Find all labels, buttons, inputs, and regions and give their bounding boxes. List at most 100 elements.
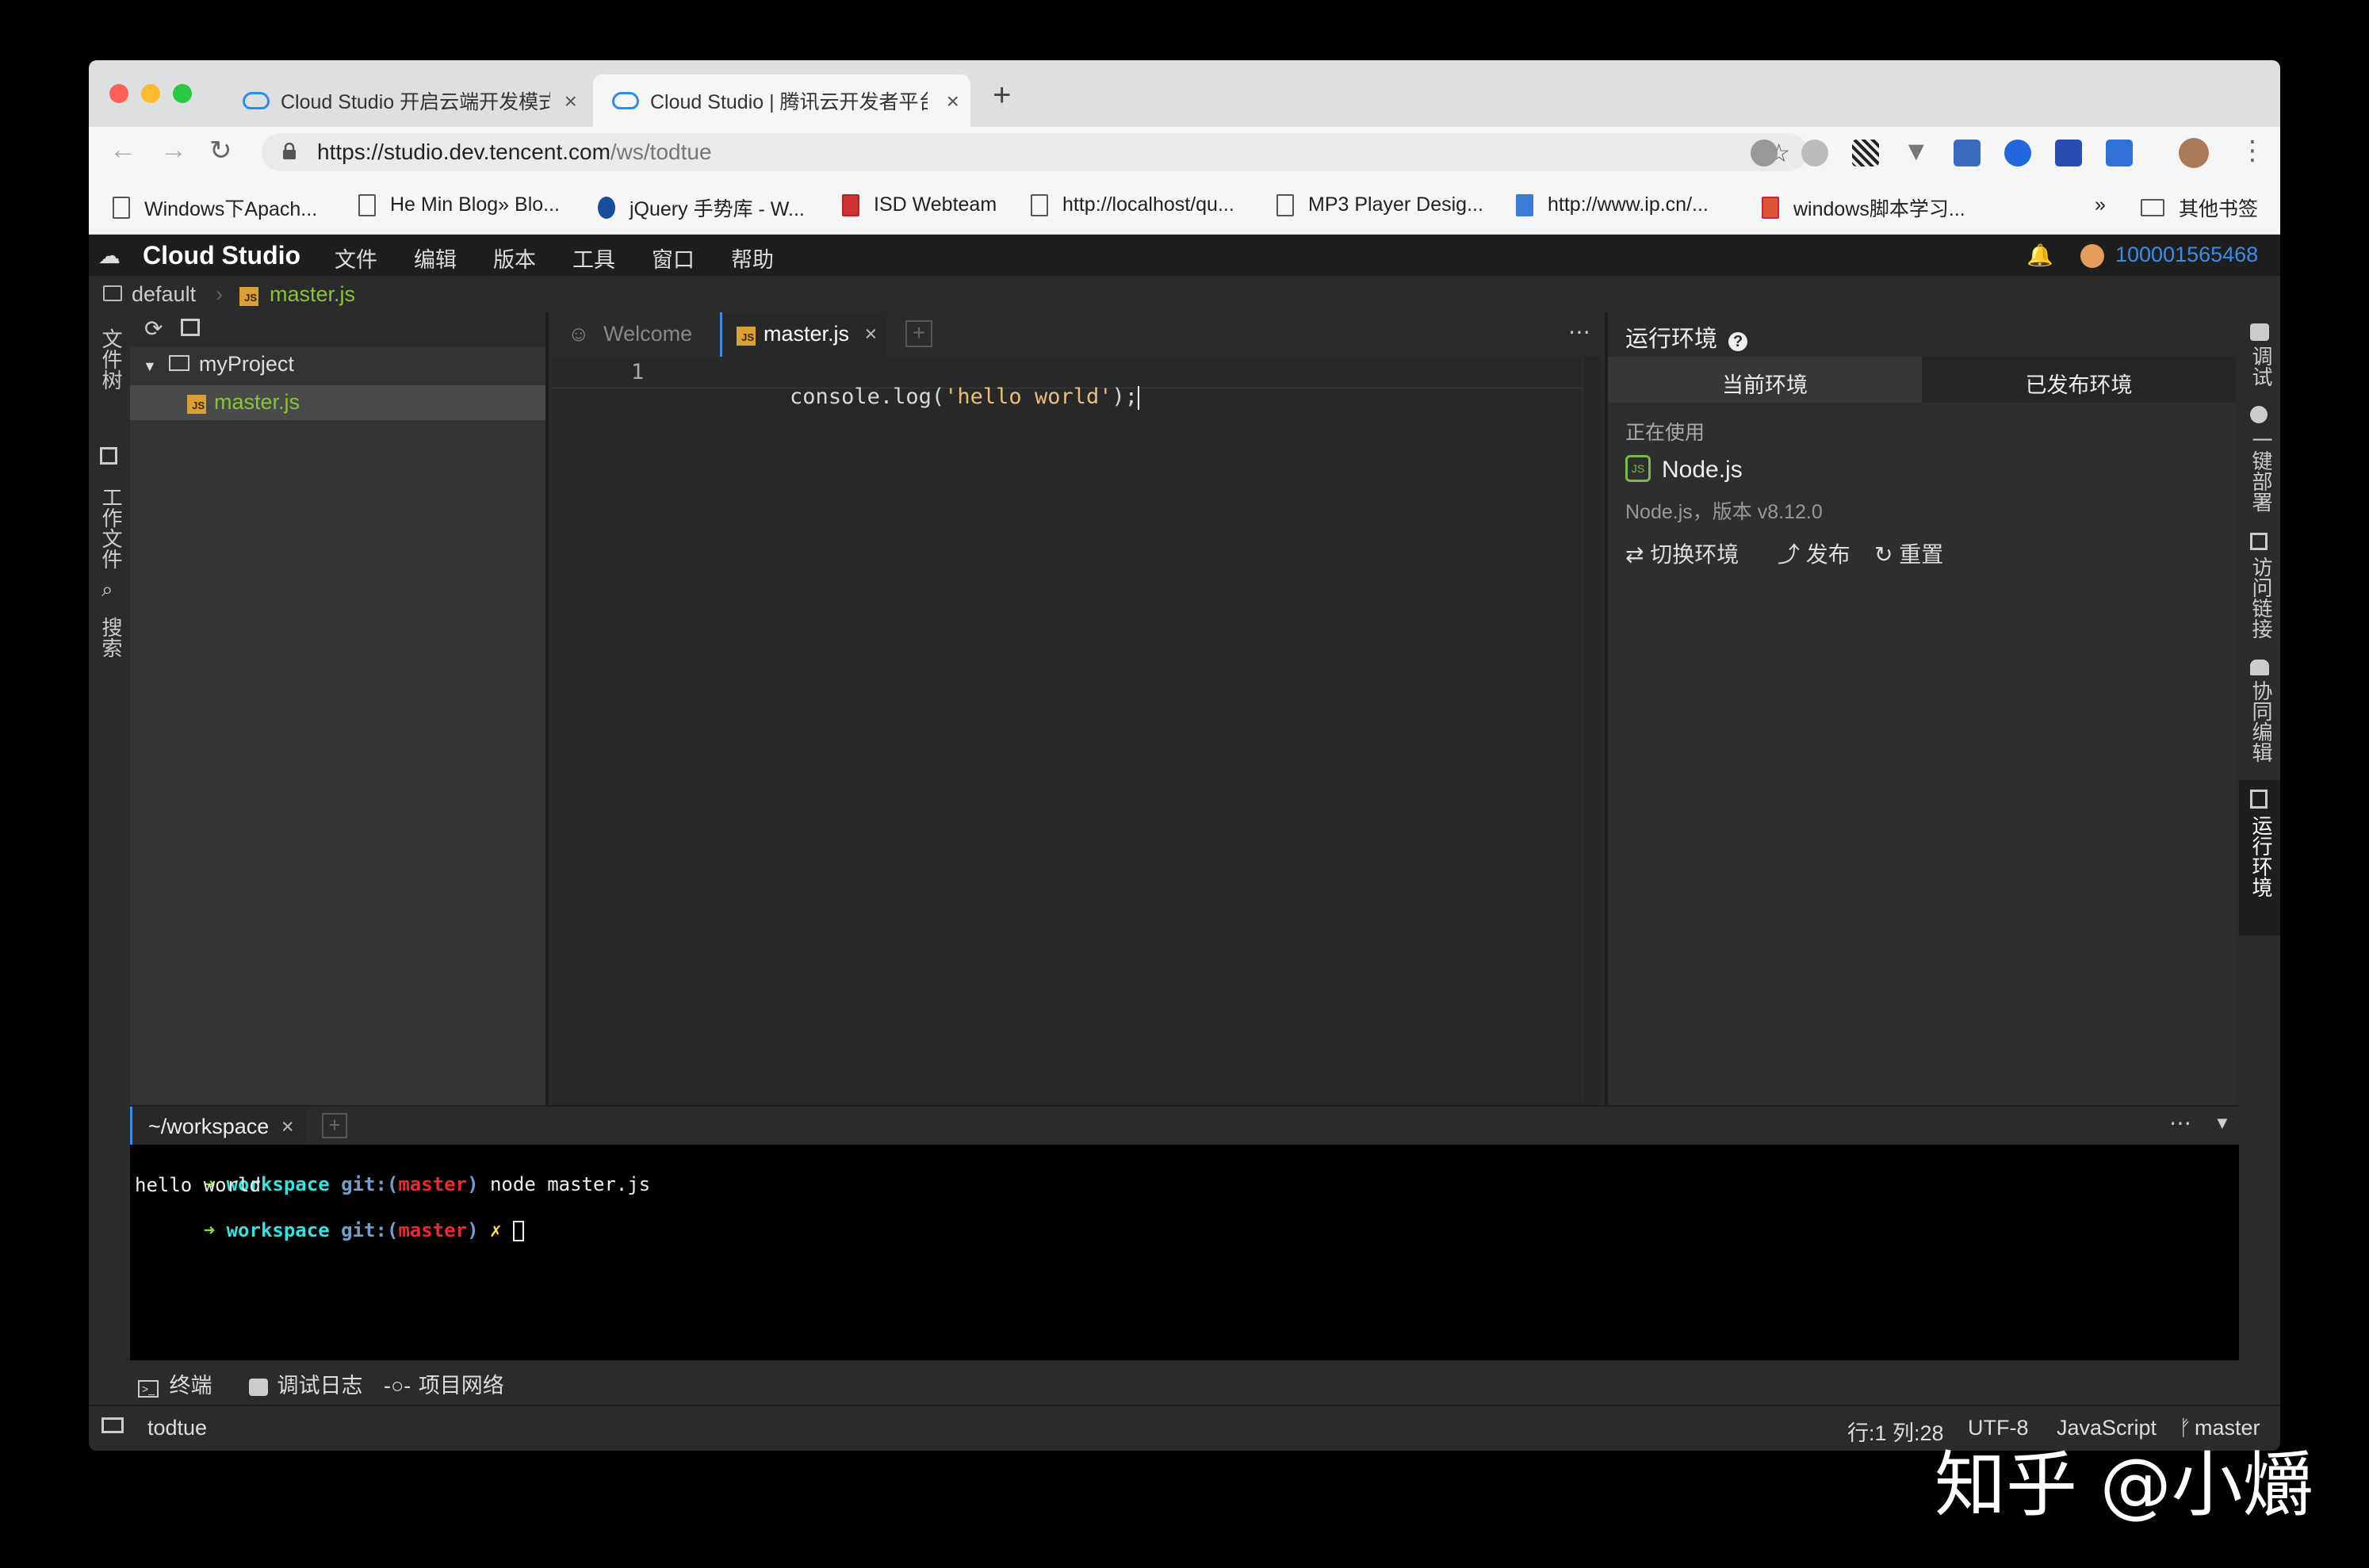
reload-icon[interactable]: ↻ bbox=[209, 135, 232, 166]
folder-open-icon bbox=[169, 355, 190, 371]
terminal-output[interactable]: ➜ workspace git:(master) node master.js … bbox=[130, 1145, 2239, 1360]
bookmarks-overflow-button[interactable]: » bbox=[2095, 193, 2106, 216]
tab-project-network[interactable]: -○- 项目网络 bbox=[384, 1368, 504, 1399]
code-line[interactable]: 1 console.log('hello world'); bbox=[552, 355, 1583, 410]
user-id-link[interactable]: 100001565468 bbox=[2115, 243, 2258, 267]
menu-version[interactable]: 版本 bbox=[493, 243, 536, 273]
close-tab-icon[interactable]: × bbox=[281, 1115, 294, 1138]
breadcrumb: default › JS master.js bbox=[89, 276, 2280, 312]
extension-s-icon[interactable] bbox=[1954, 140, 1981, 166]
bookmark-item[interactable]: MP3 Player Desig... bbox=[1276, 193, 1483, 216]
bell-icon[interactable]: 🔔 bbox=[2026, 243, 2053, 268]
upload-icon: ⤴ bbox=[1778, 542, 1801, 567]
reset-button[interactable]: ↻ 重置 bbox=[1874, 537, 1943, 569]
collapse-all-icon[interactable] bbox=[181, 319, 200, 336]
menu-help[interactable]: 帮助 bbox=[731, 243, 774, 273]
back-icon[interactable]: ← bbox=[109, 135, 136, 166]
terminal-line: ➜ workspace git:(master) node master.js bbox=[203, 1173, 651, 1195]
extension-badge-icon[interactable] bbox=[1801, 140, 1828, 166]
terminal-line: ➜ workspace git:(master) ✗ bbox=[135, 1197, 2234, 1241]
new-terminal-button[interactable]: + bbox=[322, 1113, 347, 1138]
folder-icon bbox=[103, 285, 122, 301]
search-tab[interactable]: 搜索 bbox=[97, 617, 126, 658]
browser-tab-title: Cloud Studio | 腾讯云开发者平台 bbox=[650, 91, 928, 113]
working-files-tab[interactable]: 工作文件 bbox=[97, 487, 126, 569]
users-icon bbox=[2250, 660, 2269, 675]
line-number: 1 bbox=[631, 360, 645, 384]
menu-edit[interactable]: 编辑 bbox=[414, 243, 457, 273]
collab-edit-tab[interactable]: 协同编辑 bbox=[2247, 680, 2276, 763]
other-bookmarks-folder[interactable]: 其他书签 bbox=[2141, 193, 2258, 222]
monitor-icon bbox=[101, 1417, 124, 1433]
extension-gear-icon[interactable] bbox=[1751, 140, 1778, 166]
url-field[interactable]: https://studio.dev.tencent.com/ws/todtue… bbox=[262, 133, 1808, 171]
menu-window[interactable]: 窗口 bbox=[652, 243, 695, 273]
bookmark-item[interactable]: jQuery 手势库 - W... bbox=[598, 193, 805, 222]
extension-fa-icon[interactable] bbox=[2106, 140, 2133, 166]
left-activity-bar: 文件树 工作文件 ⌕ 搜索 bbox=[89, 312, 130, 1351]
bookmark-item[interactable]: He Min Blog» Blo... bbox=[358, 193, 560, 216]
close-tab-icon[interactable]: × bbox=[565, 89, 577, 114]
browser-tab-2[interactable]: Cloud Studio | 腾讯云开发者平台 × bbox=[593, 75, 970, 127]
file-tree-tab[interactable]: 文件树 bbox=[97, 328, 126, 390]
maximize-window-button[interactable] bbox=[173, 84, 192, 103]
url-path: /ws/todtue bbox=[610, 140, 712, 164]
reset-icon: ↻ bbox=[1874, 542, 1893, 567]
close-window-button[interactable] bbox=[109, 84, 128, 103]
help-icon[interactable]: ? bbox=[1728, 332, 1748, 351]
file-explorer: ⟳ ▼ myProject JS master.js bbox=[130, 312, 549, 1105]
publish-button[interactable]: ⤴ 发布 bbox=[1778, 537, 1850, 569]
breadcrumb-root[interactable]: default bbox=[132, 282, 196, 307]
profile-avatar[interactable] bbox=[2179, 138, 2209, 168]
terminal-tab-workspace[interactable]: ~/workspace × bbox=[130, 1107, 306, 1145]
browser-tab-strip: Cloud Studio 开启云端开发模式 × Cloud Studio | 腾… bbox=[89, 60, 2280, 127]
extension-qr-icon[interactable] bbox=[1852, 140, 1879, 166]
cursor-position[interactable]: 行:1 列:28 bbox=[1847, 1416, 1944, 1447]
close-tab-icon[interactable]: × bbox=[947, 89, 959, 114]
new-tab-button[interactable]: + bbox=[993, 78, 1011, 113]
globe-icon bbox=[2250, 406, 2268, 423]
text-cursor bbox=[1138, 385, 1139, 410]
runtime-tab-active[interactable]: 运行环境 bbox=[2239, 780, 2280, 935]
extension-vue-icon[interactable]: ▼ bbox=[1903, 138, 1930, 166]
terminal-tab-bar: ~/workspace × + ⋯ ▼ bbox=[130, 1105, 2239, 1145]
tab-master-js[interactable]: JS master.js × bbox=[720, 312, 886, 357]
nodejs-icon: JS bbox=[1625, 455, 1651, 482]
address-bar-row: ← → ↻ https://studio.dev.tencent.com/ws/… bbox=[89, 127, 2280, 179]
tab-published-env[interactable]: 已发布环境 bbox=[1922, 357, 2236, 403]
tab-current-env[interactable]: 当前环境 bbox=[1608, 357, 1922, 403]
watermark: 知乎 @小爝 bbox=[1935, 1444, 2314, 1527]
menu-file[interactable]: 文件 bbox=[335, 243, 377, 273]
debug-tab[interactable]: 调试 bbox=[2247, 346, 2276, 387]
editor-scrollbar[interactable] bbox=[1583, 357, 1598, 1102]
tab-terminal[interactable]: >_ 终端 bbox=[138, 1368, 212, 1399]
more-icon[interactable]: ⋯ bbox=[2169, 1110, 2191, 1136]
extension-flag-icon[interactable] bbox=[2055, 140, 2082, 166]
close-tab-icon[interactable]: × bbox=[865, 322, 878, 346]
refresh-icon[interactable]: ⟳ bbox=[144, 316, 163, 342]
tab-debug-log[interactable]: 调试日志 bbox=[249, 1368, 363, 1399]
bookmark-item[interactable]: windows脚本学习... bbox=[1762, 193, 1965, 222]
bookmark-item[interactable]: ISD Webteam bbox=[842, 193, 997, 216]
chevron-down-icon[interactable]: ▼ bbox=[2214, 1113, 2231, 1134]
more-icon[interactable]: ⋯ bbox=[1568, 319, 1590, 345]
bookmark-item[interactable]: http://www.ip.cn/... bbox=[1516, 193, 1709, 216]
deploy-tab[interactable]: 一键部署 bbox=[2247, 430, 2276, 512]
tab-welcome[interactable]: ☺ Welcome bbox=[552, 312, 718, 357]
avatar[interactable] bbox=[2080, 244, 2104, 268]
new-editor-tab-button[interactable]: + bbox=[905, 320, 932, 347]
tree-folder-myProject[interactable]: ▼ myProject bbox=[143, 352, 294, 377]
browser-tab-1[interactable]: Cloud Studio 开启云端开发模式 × bbox=[224, 75, 588, 127]
breadcrumb-file[interactable]: master.js bbox=[270, 282, 355, 307]
forward-icon[interactable]: → bbox=[160, 135, 187, 166]
browser-menu-icon[interactable]: ⋮ bbox=[2239, 135, 2266, 166]
minimize-window-button[interactable] bbox=[141, 84, 160, 103]
page-icon bbox=[1276, 193, 1294, 216]
menu-tools[interactable]: 工具 bbox=[572, 243, 615, 273]
bookmark-item[interactable]: Windows下Apach... bbox=[113, 193, 317, 222]
access-link-tab[interactable]: 访问链接 bbox=[2247, 556, 2276, 639]
switch-env-button[interactable]: ⇄ 切换环境 bbox=[1625, 537, 1739, 569]
extension-cog-blue-icon[interactable] bbox=[2004, 140, 2031, 166]
bookmark-item[interactable]: http://localhost/qu... bbox=[1031, 193, 1234, 216]
tree-file-master-js[interactable]: JS master.js bbox=[130, 385, 545, 420]
